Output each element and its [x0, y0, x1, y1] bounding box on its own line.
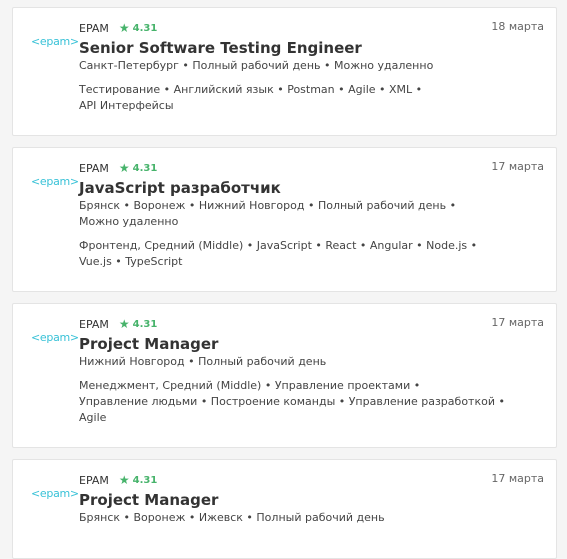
publish-date: 18 марта: [491, 20, 544, 33]
company-logo[interactable]: <epam>: [31, 331, 79, 344]
vacancy-title[interactable]: Senior Software Testing Engineer: [79, 38, 544, 58]
vacancy-skills: API Интерфейсы: [79, 99, 174, 112]
star-icon: ★: [118, 21, 130, 35]
vacancy-skills: Фронтенд, Средний (Middle) • JavaScript …: [79, 239, 478, 252]
vacancy-details: Брянск • Воронеж • Нижний Новгород • Пол…: [79, 199, 457, 212]
vacancy-title[interactable]: JavaScript разработчик: [79, 178, 544, 198]
vacancy-card[interactable]: <epam> EPAM ★ 4.31 18 марта Senior Softw…: [12, 7, 557, 136]
company-logo[interactable]: <epam>: [31, 175, 79, 188]
vacancy-skills: Тестирование • Английский язык • Postman…: [79, 83, 423, 96]
company-logo[interactable]: <epam>: [31, 487, 79, 500]
vacancy-skills: Agile: [79, 411, 107, 424]
star-icon: ★: [118, 473, 130, 487]
company-logo[interactable]: <epam>: [31, 35, 79, 48]
company-rating[interactable]: 4.31: [133, 23, 158, 34]
vacancy-list: <epam> EPAM ★ 4.31 18 марта Senior Softw…: [0, 0, 567, 559]
vacancy-skills: Vue.js • TypeScript: [79, 255, 183, 268]
company-name[interactable]: EPAM: [79, 162, 109, 175]
company-name[interactable]: EPAM: [79, 474, 109, 487]
vacancy-card[interactable]: <epam> EPAM ★ 4.31 17 марта Project Mana…: [12, 303, 557, 448]
publish-date: 17 марта: [491, 160, 544, 173]
company-rating[interactable]: 4.31: [133, 319, 158, 330]
vacancy-details: Нижний Новгород • Полный рабочий день: [79, 355, 327, 368]
vacancy-card[interactable]: <epam> EPAM ★ 4.31 17 марта Project Mana…: [12, 459, 557, 559]
vacancy-title[interactable]: Project Manager: [79, 334, 544, 354]
vacancy-details: Можно удаленно: [79, 215, 179, 228]
vacancy-skills: Менеджмент, Средний (Middle) • Управлени…: [79, 379, 421, 392]
company-rating[interactable]: 4.31: [133, 475, 158, 486]
vacancy-skills: Управление людьми • Построение команды •…: [79, 395, 505, 408]
vacancy-details: Санкт-Петербург • Полный рабочий день • …: [79, 59, 434, 72]
vacancy-details: Брянск • Воронеж • Ижевск • Полный рабоч…: [79, 511, 385, 524]
star-icon: ★: [118, 161, 130, 175]
company-name[interactable]: EPAM: [79, 318, 109, 331]
vacancy-title[interactable]: Project Manager: [79, 490, 544, 510]
publish-date: 17 марта: [491, 472, 544, 485]
publish-date: 17 марта: [491, 316, 544, 329]
star-icon: ★: [118, 317, 130, 331]
company-rating[interactable]: 4.31: [133, 163, 158, 174]
company-name[interactable]: EPAM: [79, 22, 109, 35]
vacancy-card[interactable]: <epam> EPAM ★ 4.31 17 марта JavaScript р…: [12, 147, 557, 292]
